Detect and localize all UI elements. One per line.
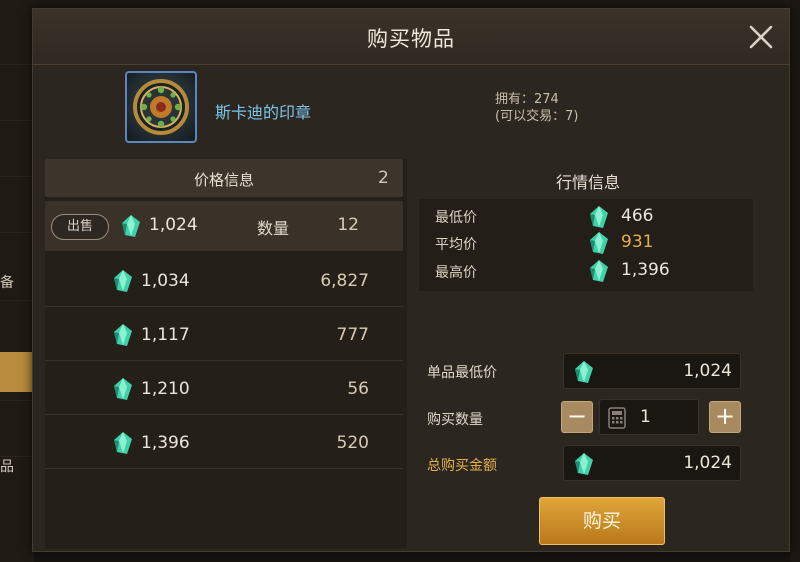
background-menu-label: 品 bbox=[0, 459, 14, 475]
background-menu-row bbox=[0, 120, 34, 160]
background-menu-row bbox=[0, 232, 34, 272]
purchase-quantity-label: 购买数量 bbox=[427, 412, 483, 428]
market-min-value: 466 bbox=[621, 206, 654, 226]
price-row[interactable]: 1,117 777 bbox=[45, 309, 403, 361]
owned-count: 拥有：274 (可以交易：7) bbox=[495, 91, 578, 125]
market-info-title: 行情信息 bbox=[555, 173, 620, 192]
total-amount-label: 总购买金额 bbox=[427, 458, 497, 474]
sell-button[interactable]: 出售 bbox=[51, 214, 109, 240]
total-amount-field: 1,024 bbox=[563, 445, 741, 481]
gem-icon bbox=[575, 361, 593, 383]
quantity-input[interactable]: 1 bbox=[599, 399, 699, 435]
market-avg-value: 931 bbox=[621, 232, 654, 252]
price-row-selected[interactable]: 出售 1,024 数量 12 bbox=[45, 201, 403, 251]
price-info-title: 价格信息 bbox=[193, 171, 254, 189]
background-menu-label: 备 bbox=[0, 275, 14, 291]
market-max-label: 最高价 bbox=[435, 265, 477, 281]
background-right-edge bbox=[790, 0, 800, 562]
gem-icon bbox=[122, 215, 140, 237]
price-info-panel: 价格信息 2 出售 1,024 数量 12 1,034 6,827 1,117 … bbox=[45, 159, 407, 549]
listing-price: 1,210 bbox=[141, 379, 190, 399]
buy-button[interactable]: 购买 bbox=[539, 497, 665, 545]
listing-quantity: 777 bbox=[336, 325, 369, 345]
listing-quantity: 12 bbox=[337, 215, 359, 235]
listing-price: 1,117 bbox=[141, 325, 190, 345]
background-menu-row-active bbox=[0, 352, 34, 392]
gem-icon bbox=[590, 232, 608, 254]
unit-min-price-label: 单品最低价 bbox=[427, 365, 497, 381]
background-menu-row bbox=[0, 176, 34, 216]
dialog-title: 购买物品 bbox=[367, 27, 455, 51]
gem-icon bbox=[114, 432, 132, 454]
item-icon-frame[interactable] bbox=[125, 71, 197, 143]
owned-total: 拥有：274 bbox=[495, 92, 559, 107]
market-min-label: 最低价 bbox=[435, 210, 477, 226]
listing-price: 1,396 bbox=[141, 433, 190, 453]
listing-quantity: 56 bbox=[347, 379, 369, 399]
listing-price: 1,034 bbox=[141, 271, 190, 291]
market-avg-label: 平均价 bbox=[435, 237, 477, 253]
calculator-icon[interactable] bbox=[608, 407, 626, 429]
gem-icon bbox=[114, 324, 132, 346]
listing-price: 1,024 bbox=[149, 215, 198, 235]
owned-tradeable: (可以交易：7) bbox=[495, 109, 579, 124]
unit-min-price-field: 1,024 bbox=[563, 353, 741, 389]
close-button[interactable] bbox=[745, 21, 777, 53]
price-row[interactable]: 1,210 56 bbox=[45, 363, 403, 415]
buy-item-dialog: 购买物品 斯卡迪的印章 拥有：274 (可以交易：7) 价格信息 2 出售 1,… bbox=[32, 8, 790, 552]
gem-icon bbox=[590, 206, 608, 228]
close-icon bbox=[749, 25, 773, 49]
background-menu-row bbox=[0, 64, 34, 104]
quantity-value: 1 bbox=[640, 407, 651, 427]
price-info-page: 2 bbox=[378, 168, 389, 188]
background-left-menu: 备 品 bbox=[0, 0, 34, 562]
item-name: 斯卡迪的印章 bbox=[215, 103, 312, 122]
gem-icon bbox=[575, 453, 593, 475]
gem-icon bbox=[114, 270, 132, 292]
listing-quantity: 520 bbox=[336, 433, 369, 453]
unit-min-price-value: 1,024 bbox=[683, 361, 732, 381]
background-menu-row bbox=[0, 300, 34, 340]
listing-quantity: 6,827 bbox=[320, 271, 369, 291]
price-row[interactable]: 1,396 520 bbox=[45, 417, 403, 469]
price-row[interactable]: 1,034 6,827 bbox=[45, 255, 403, 307]
seal-icon bbox=[133, 79, 189, 135]
background-menu-row bbox=[0, 400, 34, 440]
price-info-header: 价格信息 2 bbox=[45, 159, 403, 197]
gem-icon bbox=[114, 378, 132, 400]
gem-icon bbox=[590, 260, 608, 282]
increase-quantity-button[interactable]: + bbox=[709, 401, 741, 433]
dialog-header: 购买物品 bbox=[33, 9, 789, 65]
total-amount-value: 1,024 bbox=[683, 453, 732, 473]
market-max-value: 1,396 bbox=[621, 260, 670, 280]
decrease-quantity-button[interactable]: − bbox=[561, 401, 593, 433]
